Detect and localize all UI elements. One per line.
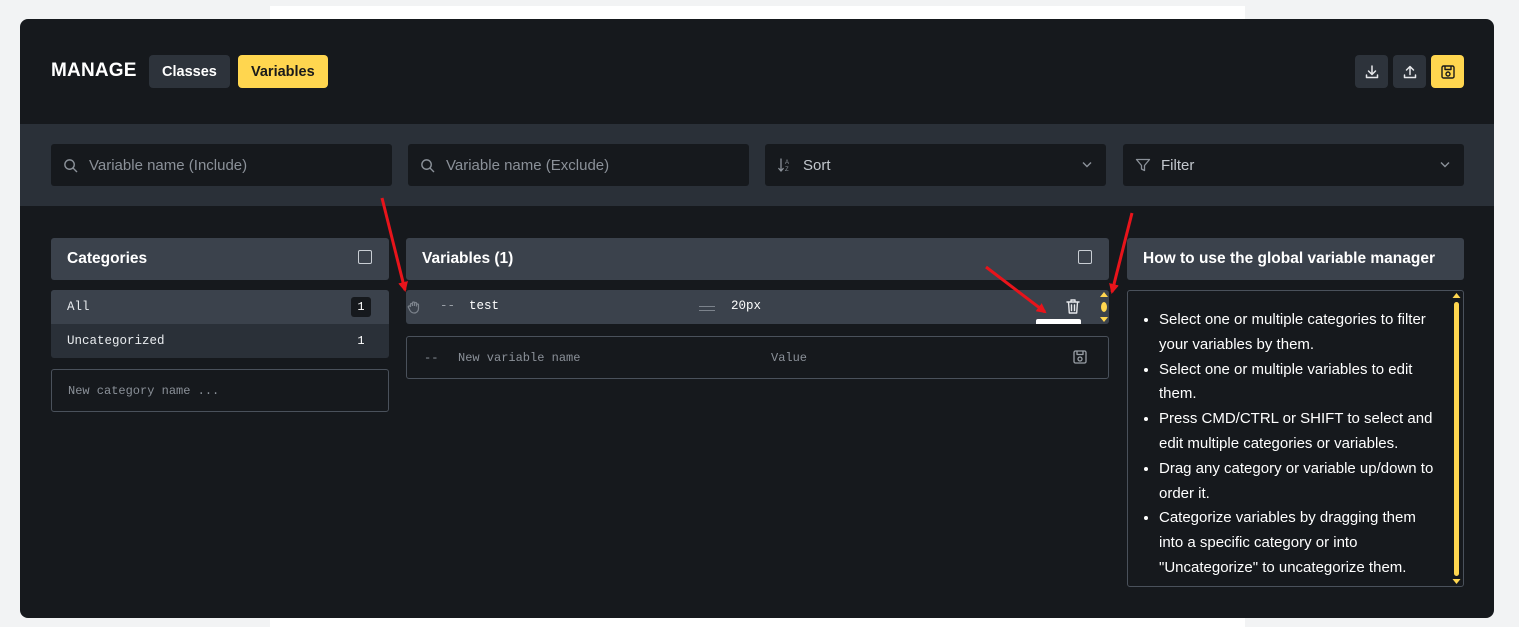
sort-label: Sort: [803, 156, 831, 174]
variable-scroll-indicator[interactable]: [1099, 291, 1109, 328]
search-icon: [420, 157, 436, 173]
variables-title: Variables (1): [422, 250, 514, 267]
trash-icon[interactable]: [1065, 298, 1081, 320]
category-list: All 1 Uncategorized 1: [51, 290, 389, 358]
howto-item: Select one or multiple variables to edit…: [1159, 358, 1444, 408]
upload-button[interactable]: [1393, 55, 1426, 88]
scroll-up-icon[interactable]: [1452, 292, 1461, 300]
new-category-placeholder: New category name ...: [68, 383, 220, 398]
manage-modal: MANAGE Classes Variables Variable name (…: [20, 19, 1494, 618]
exclude-search-placeholder: Variable name (Exclude): [446, 156, 610, 174]
filter-icon: [1135, 157, 1151, 173]
howto-title: How to use the global variable manager: [1143, 250, 1435, 267]
variable-value[interactable]: 20px: [731, 299, 761, 313]
howto-panel: Select one or multiple categories to fil…: [1127, 290, 1464, 587]
new-variable-prefix: --: [424, 351, 439, 365]
howto-list: Select one or multiple categories to fil…: [1144, 308, 1444, 581]
howto-item: Categorize variables by dragging them in…: [1159, 506, 1444, 580]
category-item-all[interactable]: All 1: [51, 290, 389, 324]
categories-header: Categories: [51, 238, 389, 280]
new-variable-name-input[interactable]: New variable name: [458, 351, 580, 365]
scrollbar-thumb[interactable]: [1454, 302, 1459, 576]
filter-label: Filter: [1161, 156, 1195, 174]
equals-icon: [699, 306, 715, 311]
save-icon: [1440, 64, 1455, 79]
tab-variables[interactable]: Variables: [238, 55, 328, 88]
filter-bar: Variable name (Include) Variable name (E…: [20, 124, 1494, 206]
category-name: Uncategorized: [67, 334, 165, 348]
variable-prefix: --: [440, 299, 456, 313]
download-button[interactable]: [1355, 55, 1388, 88]
drag-handle-icon[interactable]: [406, 299, 422, 320]
howto-item: Select one or multiple categories to fil…: [1159, 308, 1444, 358]
tooltip-tab: [1036, 319, 1081, 324]
new-variable-row: -- New variable name Value: [406, 336, 1109, 379]
modal-title: MANAGE: [51, 60, 137, 81]
exclude-search-input[interactable]: Variable name (Exclude): [408, 144, 749, 186]
scroll-down-icon[interactable]: [1452, 577, 1461, 585]
save-button[interactable]: [1431, 55, 1464, 88]
category-count: 1: [351, 297, 371, 317]
download-icon: [1365, 64, 1378, 78]
sort-icon: A Z: [777, 157, 793, 173]
categories-title: Categories: [67, 250, 148, 267]
variable-name[interactable]: test: [469, 299, 499, 313]
howto-item: Drag any category or variable up/down to…: [1159, 457, 1444, 507]
variables-header: Variables (1): [406, 238, 1109, 280]
howto-item: Press CMD/CTRL or SHIFT to select and ed…: [1159, 407, 1444, 457]
chevron-down-icon: [1080, 157, 1094, 175]
category-name: All: [67, 300, 90, 314]
include-search-placeholder: Variable name (Include): [89, 156, 248, 174]
sort-select[interactable]: A Z Sort: [765, 144, 1106, 186]
howto-header: How to use the global variable manager: [1127, 238, 1464, 280]
filter-select[interactable]: Filter: [1123, 144, 1464, 186]
category-count: 1: [357, 334, 365, 348]
search-icon: [63, 157, 79, 173]
categories-select-all-checkbox[interactable]: [358, 250, 372, 264]
new-category-input[interactable]: New category name ...: [51, 369, 389, 412]
variable-row[interactable]: -- test 20px: [406, 290, 1109, 324]
modal-header: MANAGE Classes Variables: [20, 19, 1494, 124]
upload-icon: [1403, 65, 1416, 78]
svg-text:A: A: [785, 160, 789, 166]
howto-scrollbar[interactable]: [1452, 291, 1461, 586]
variables-select-all-checkbox[interactable]: [1078, 250, 1092, 264]
category-item-uncategorized[interactable]: Uncategorized 1: [51, 324, 389, 358]
save-icon[interactable]: [1072, 349, 1088, 370]
new-variable-value-input[interactable]: Value: [771, 351, 807, 365]
tab-classes[interactable]: Classes: [149, 55, 230, 88]
include-search-input[interactable]: Variable name (Include): [51, 144, 392, 186]
chevron-down-icon: [1438, 157, 1452, 175]
svg-text:Z: Z: [785, 167, 789, 173]
